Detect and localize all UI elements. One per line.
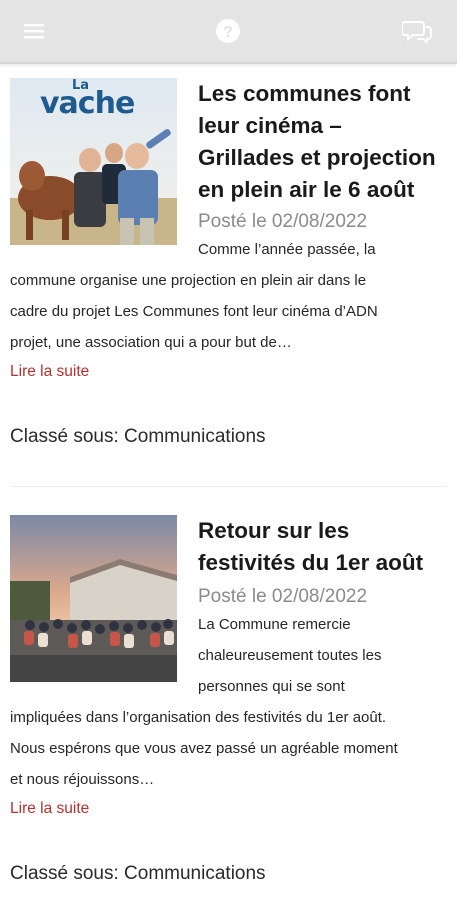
- read-more-link[interactable]: Lire la suite: [10, 799, 89, 819]
- svg-text:?: ?: [223, 24, 233, 41]
- article-excerpt: commune organise une projection en plein…: [10, 265, 455, 358]
- article-date: Posté le 02/08/2022: [198, 211, 368, 232]
- article-title[interactable]: Les communes font leur cinéma – Grillade…: [198, 78, 448, 206]
- read-more-link[interactable]: Lire la suite: [10, 362, 89, 382]
- help-button[interactable]: ?: [203, 0, 253, 62]
- movie-poster-image[interactable]: La vache: [10, 78, 177, 245]
- excerpt-line: impliquées dans l’organisation des festi…: [10, 709, 387, 726]
- festival-crowd-photo[interactable]: [10, 515, 177, 682]
- menu-button[interactable]: [14, 0, 54, 62]
- article-title-line: Les communes font: [198, 81, 411, 106]
- top-app-bar: ?: [0, 0, 457, 64]
- article-title-line: Retour sur les: [198, 518, 350, 543]
- excerpt-line: et nous réjouissons…: [10, 771, 155, 788]
- article-title[interactable]: Retour sur les festivités du 1er août: [198, 515, 448, 579]
- excerpt-line: Nous espérons que vous avez passé un agr…: [10, 740, 398, 757]
- article-divider: [10, 486, 447, 487]
- chat-button[interactable]: [392, 0, 442, 62]
- article-title-line: en plein air le 6 août: [198, 177, 415, 202]
- poster-title-big: vache: [40, 86, 135, 121]
- article-title-line: leur cinéma –: [198, 113, 342, 138]
- hamburger-menu-icon: [24, 24, 44, 39]
- article-title-line: Grillades et projection: [198, 145, 436, 170]
- chat-bubbles-icon: [402, 21, 432, 44]
- question-circle-icon: ?: [216, 19, 240, 43]
- excerpt-line: personnes qui se sont: [198, 678, 345, 695]
- article-excerpt-lead: La Commune remercie chaleureusement tout…: [198, 609, 450, 702]
- article-date: Posté le 02/08/2022: [198, 586, 368, 607]
- article-excerpt-lead: Comme l’année passée, la: [198, 241, 376, 258]
- excerpt-line: commune organise une projection en plein…: [10, 272, 367, 289]
- excerpt-line: projet, une association qui a pour but d…: [10, 334, 292, 351]
- article-category: Classé sous: Communications: [10, 426, 266, 447]
- excerpt-line: chaleureusement toutes les: [198, 647, 382, 664]
- article-excerpt: impliquées dans l’organisation des festi…: [10, 702, 455, 795]
- article-category: Classé sous: Communications: [10, 863, 266, 884]
- article-title-line: festivités du 1er août: [198, 550, 424, 575]
- excerpt-line: La Commune remercie: [198, 616, 351, 633]
- excerpt-line: cadre du projet Les Communes font leur c…: [10, 303, 378, 320]
